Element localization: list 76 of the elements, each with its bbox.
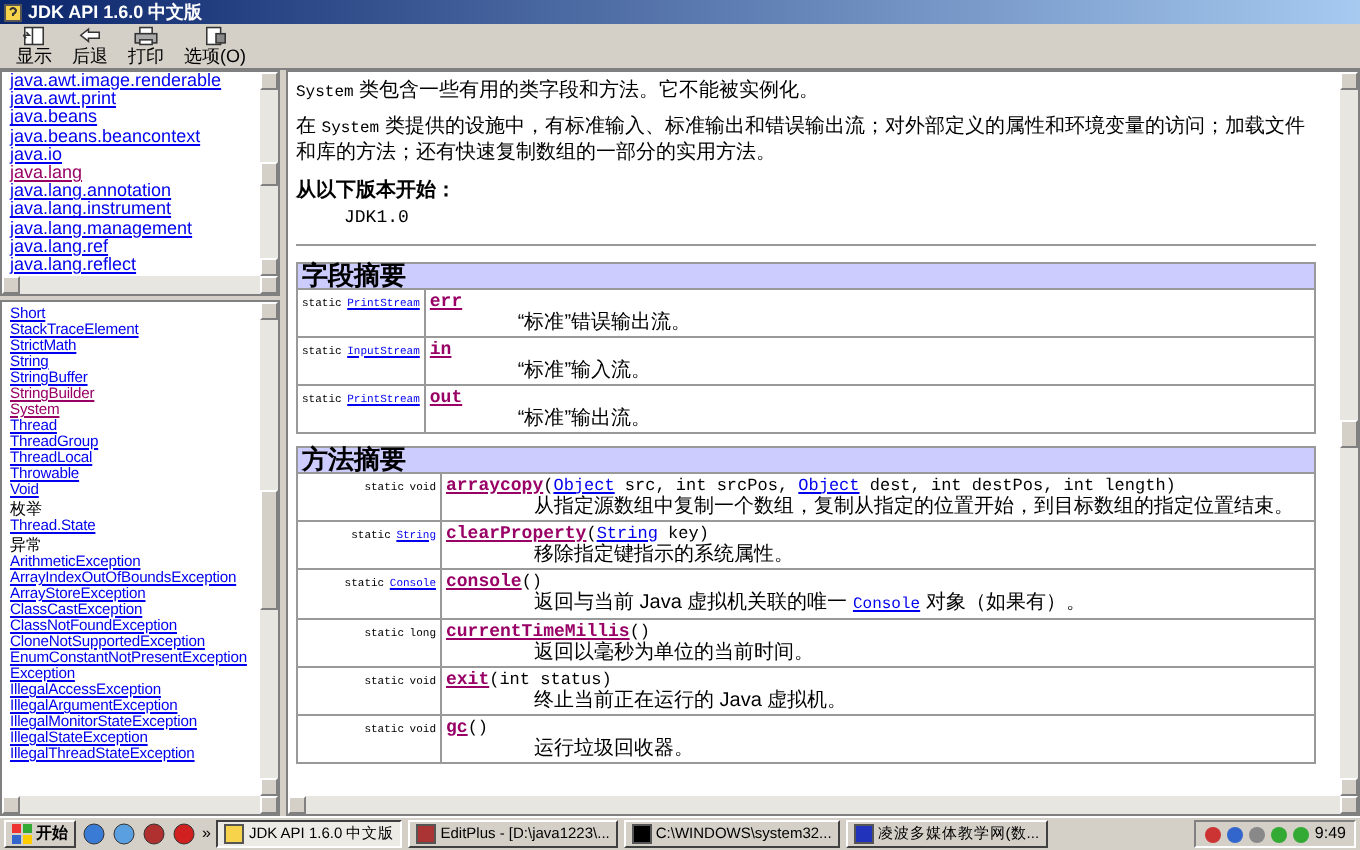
method-link[interactable]: arraycopy (446, 475, 544, 495)
horizontal-scrollbar[interactable] (2, 276, 278, 294)
method-link[interactable]: gc (446, 717, 468, 737)
app-icon[interactable] (172, 822, 196, 846)
toolbar-button[interactable]: 选项(O) (180, 24, 250, 68)
toolbar-button[interactable]: 后退 (68, 24, 112, 68)
package-link[interactable]: java.awt.image.renderable (10, 72, 260, 91)
since-value: JDK1.0 (342, 206, 411, 232)
section-heading: 异常 (10, 538, 44, 554)
type-link[interactable]: String (596, 523, 658, 543)
type-link[interactable]: Object (553, 475, 615, 495)
package-link[interactable]: java.awt.print (10, 90, 260, 109)
app-icon[interactable] (142, 822, 166, 846)
parameter-text: () (521, 571, 543, 591)
window-title: JDK API 1.6.0 中文版 (28, 0, 203, 24)
method-description: 返回以毫秒为单位的当前时间。 (532, 641, 816, 663)
parameter-text: () (467, 717, 489, 737)
field-link[interactable]: in (429, 339, 452, 359)
clock-text: 9:49 (1314, 822, 1346, 846)
window-icon (631, 824, 652, 844)
package-link[interactable]: java.beans (10, 108, 260, 128)
chevron-button[interactable]: » (202, 822, 211, 846)
package-link[interactable]: java.lang.instrument (10, 200, 260, 220)
field-description: “标准”输出流。 (515, 407, 654, 429)
toolbar-button[interactable]: 显示 (12, 24, 56, 68)
windows-logo-icon (12, 824, 32, 844)
window-icon (853, 824, 874, 844)
since-label: 从以下版本开始： (296, 180, 456, 202)
method-description: 运行垃圾回收器。 (532, 737, 696, 759)
package-link[interactable]: java.lang.reflect (10, 256, 260, 275)
description-text: System 类包含一些有用的类字段和方法。它不能被实例化。 (296, 80, 822, 106)
printer-icon (130, 26, 162, 46)
type-link[interactable]: Console (852, 595, 921, 613)
parameter-text: () (629, 621, 651, 641)
panes-icon (18, 26, 50, 46)
section-heading: 枚举 (10, 502, 44, 518)
method-description: 从指定源数组中复制一个数组，复制从指定的位置开始，到目标数组的指定位置结束。 (532, 495, 1296, 517)
method-description: 终止当前正在运行的 Java 虚拟机。 (532, 689, 850, 711)
parameter-text: dest, int destPos, int length) (867, 475, 1176, 495)
window-icon (416, 824, 437, 844)
method-description: 返回与当前 Java 虚拟机关联的唯一 Console 对象（如果有）。 (532, 591, 1088, 615)
description-text: 在 System 类提供的设施中，有标准输入、标准输出和错误输出流；对外部定义的属性和环境变量的访问；加载文件和库的方法；还有快速复制数组的一部分的实用方法。 (296, 116, 1307, 166)
start-button[interactable]: 开始 (4, 820, 76, 848)
vertical-scrollbar[interactable] (1340, 72, 1358, 796)
toolbar-button[interactable]: 打印 (124, 24, 168, 68)
package-link[interactable]: java.lang.ref (10, 237, 260, 257)
method-link[interactable]: clearProperty (446, 523, 587, 543)
horizontal-scrollbar[interactable] (288, 796, 1358, 814)
summary-header: 方法摘要 (297, 446, 1315, 472)
package-link[interactable]: java.beans.beancontext (10, 127, 260, 146)
summary-header: 字段摘要 (297, 262, 1315, 288)
method-link[interactable]: console (446, 571, 522, 591)
package-link[interactable]: java.lang (10, 164, 260, 183)
parameter-text: ( (586, 523, 597, 543)
method-link[interactable]: currentTimeMillis (446, 621, 630, 641)
parameter-text: (int status) (489, 669, 612, 689)
vertical-scrollbar[interactable] (260, 302, 278, 796)
method-link[interactable]: exit (446, 669, 490, 689)
window-icon (224, 824, 245, 844)
field-description: “标准”输入流。 (515, 359, 654, 381)
type-link[interactable]: Object (798, 475, 860, 495)
parameter-text: src, int srcPos, (622, 475, 791, 495)
field-link[interactable]: out (429, 387, 463, 407)
horizontal-scrollbar[interactable] (2, 796, 278, 814)
back-arrow-icon (74, 26, 106, 46)
vertical-scrollbar[interactable] (260, 72, 278, 276)
field-link[interactable]: err (429, 291, 463, 311)
help-book-icon (4, 3, 22, 21)
parameter-text: ( (543, 475, 554, 495)
field-description: “标准”错误输出流。 (515, 311, 694, 333)
method-description: 移除指定键指示的系统属性。 (532, 543, 796, 565)
package-link[interactable]: java.lang.annotation (10, 182, 260, 201)
package-link[interactable]: java.io (10, 145, 260, 165)
package-link[interactable]: java.lang.management (10, 219, 260, 238)
circle-icon[interactable] (112, 822, 136, 846)
parameter-text: key) (666, 523, 709, 543)
